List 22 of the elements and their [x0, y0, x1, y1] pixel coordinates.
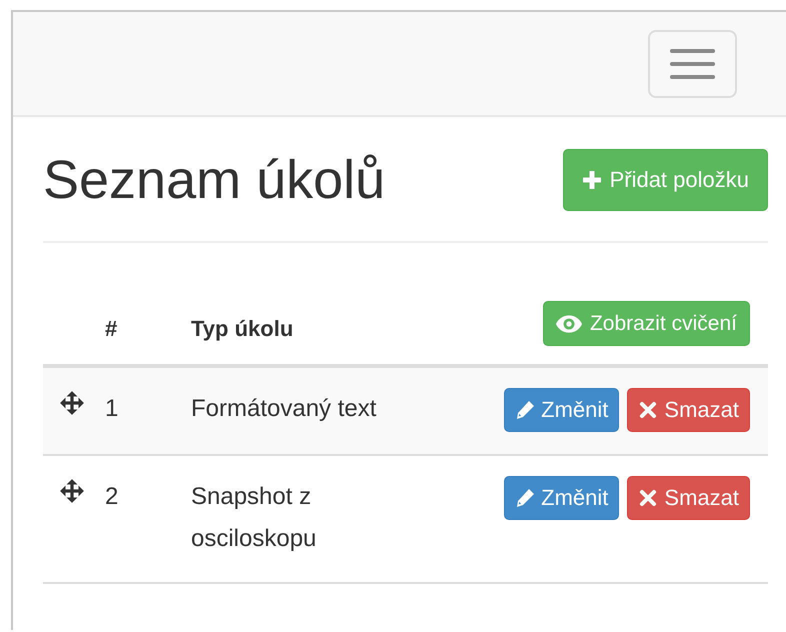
- plus-icon: [582, 170, 602, 190]
- menu-button[interactable]: [648, 30, 737, 98]
- table-cell-text: Snapshot z osciloskopu: [191, 482, 318, 554]
- pencil-icon: [515, 488, 536, 508]
- page-title: Seznam úkolů: [43, 149, 386, 211]
- move-icon[interactable]: [59, 390, 85, 416]
- table-cell-text: 2: [105, 482, 120, 512]
- show-exercise-button[interactable]: Zobrazit cvičení: [542, 301, 750, 346]
- add-item-button[interactable]: Přidat položku: [562, 149, 768, 211]
- pencil-icon: [515, 400, 536, 420]
- table-cell-text: 1: [105, 394, 120, 424]
- column-header: #: [105, 316, 118, 343]
- edit-button[interactable]: Změnit: [504, 388, 620, 432]
- move-icon[interactable]: [59, 478, 85, 504]
- eye-icon: [556, 314, 582, 332]
- delete-button[interactable]: Smazat: [627, 476, 750, 520]
- close-icon: [638, 400, 658, 420]
- column-header: Typ úkolu: [191, 316, 294, 343]
- close-icon: [638, 488, 658, 508]
- delete-button[interactable]: Smazat: [627, 388, 750, 432]
- table-cell-text: Formátovaný text: [191, 394, 378, 424]
- edit-button[interactable]: Změnit: [504, 476, 620, 520]
